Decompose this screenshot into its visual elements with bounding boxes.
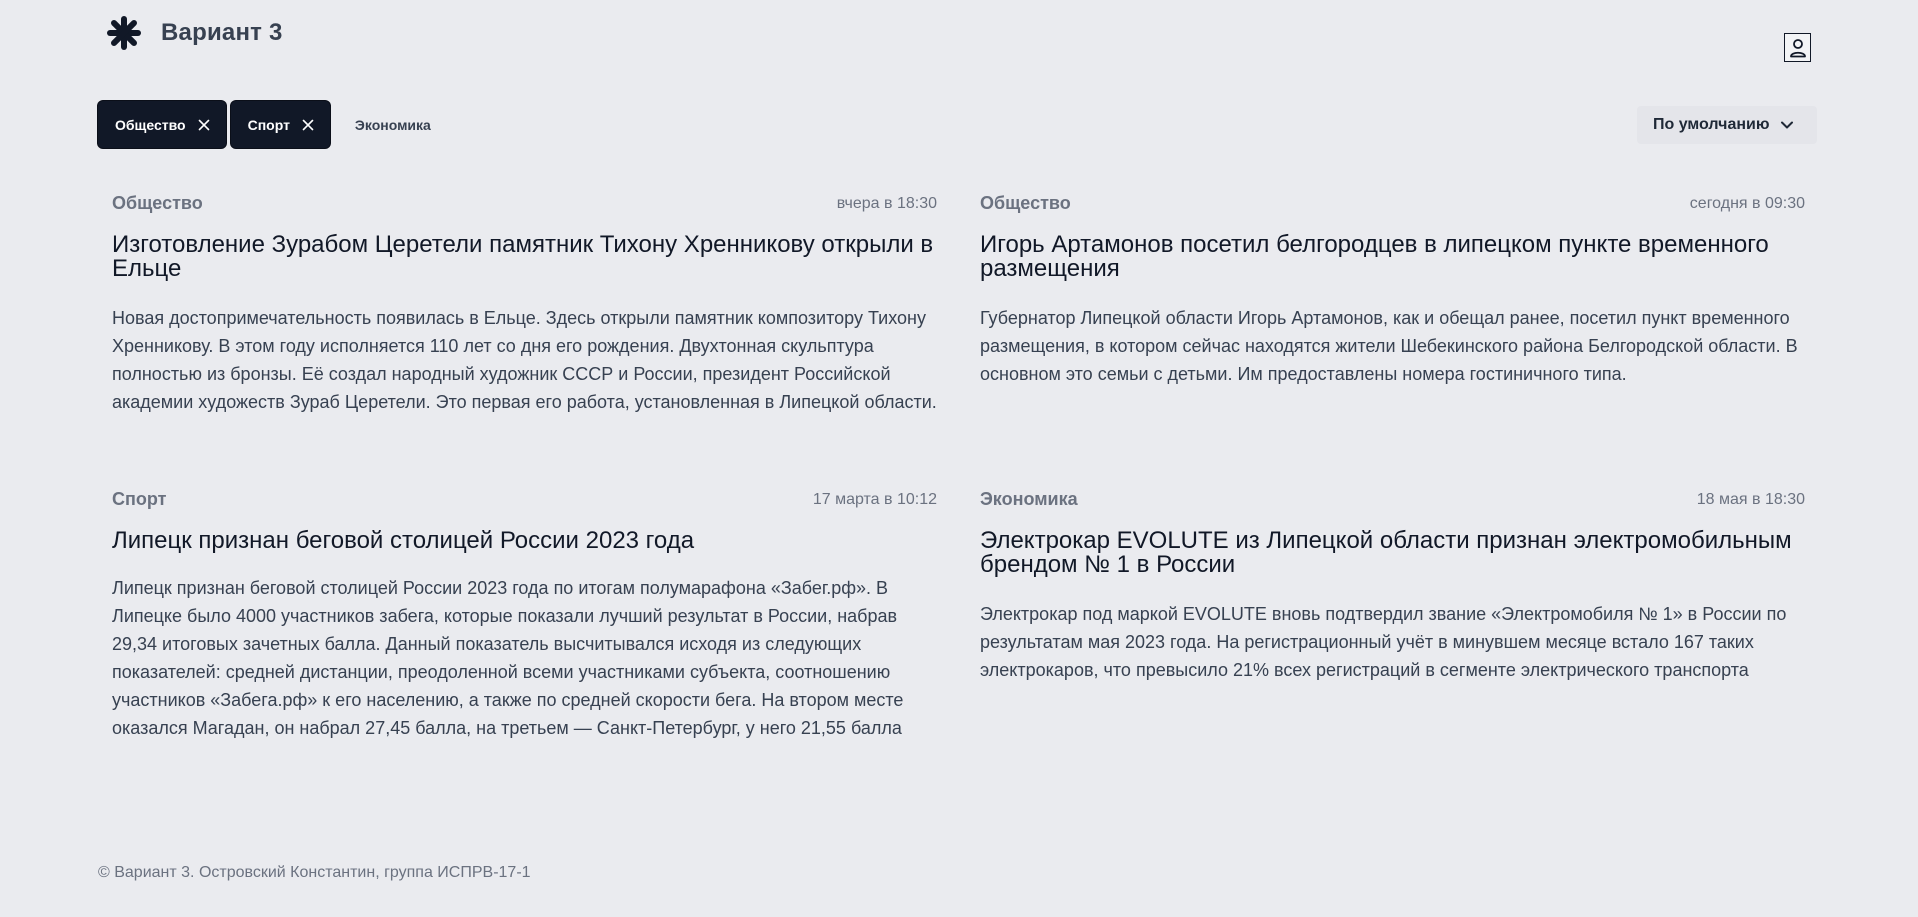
profile-button[interactable] bbox=[1784, 33, 1811, 62]
news-category[interactable]: Общество bbox=[980, 193, 1071, 214]
news-date: 17 марта в 10:12 bbox=[812, 491, 937, 508]
news-card[interactable]: Общество сегодня в 09:30 Игорь Артамонов… bbox=[980, 193, 1805, 413]
filter-chip-label: Спорт bbox=[247, 116, 290, 133]
sort-dropdown[interactable]: По умолчанию bbox=[1637, 106, 1817, 144]
news-body: Липецк признан беговой столицей России 2… bbox=[112, 578, 904, 738]
chevron-down-icon bbox=[1780, 120, 1794, 130]
news-date: 18 мая в 18:30 bbox=[1696, 491, 1805, 508]
news-category[interactable]: Общество bbox=[112, 193, 203, 214]
news-title[interactable]: Изготовление Зурабом Церетели памятник Т… bbox=[112, 233, 937, 281]
news-card[interactable]: Общество вчера в 18:30 Изготовление Зура… bbox=[112, 193, 937, 443]
brand-title[interactable]: Вариант 3 bbox=[161, 19, 283, 47]
news-title[interactable]: Электрокар EVOLUTE из Липецкой области п… bbox=[980, 529, 1805, 577]
close-icon[interactable] bbox=[302, 119, 314, 131]
news-body: Электрокар под маркой EVOLUTE вновь подт… bbox=[980, 604, 1787, 680]
category-filters: Общество Спорт Экономика bbox=[98, 101, 431, 148]
filter-chip-label: Общество bbox=[115, 116, 186, 133]
filter-chip-economy[interactable]: Экономика bbox=[335, 101, 431, 148]
filter-chip-sport[interactable]: Спорт bbox=[230, 101, 330, 148]
news-body: Губернатор Липецкой области Игорь Артамо… bbox=[980, 308, 1798, 384]
sort-label: По умолчанию bbox=[1653, 116, 1770, 133]
news-body: Новая достопримечательность появилась в … bbox=[112, 308, 937, 412]
news-date: вчера в 18:30 bbox=[836, 195, 937, 212]
news-card[interactable]: Спорт 17 марта в 10:12 Липецк признан бе… bbox=[112, 489, 937, 774]
news-category[interactable]: Экономика bbox=[980, 489, 1078, 510]
site-header: Вариант 3 bbox=[0, 0, 1918, 80]
close-icon[interactable] bbox=[198, 119, 210, 131]
news-title[interactable]: Игорь Артамонов посетил белгородцев в ли… bbox=[980, 233, 1805, 281]
news-date: сегодня в 09:30 bbox=[1689, 195, 1805, 212]
filter-chip-society[interactable]: Общество bbox=[98, 101, 226, 148]
news-category[interactable]: Спорт bbox=[112, 489, 166, 510]
asterisk-logo-icon[interactable] bbox=[107, 16, 141, 50]
user-icon bbox=[1789, 38, 1806, 57]
news-title[interactable]: Липецк признан беговой столицей России 2… bbox=[112, 529, 937, 553]
news-card[interactable]: Экономика 18 мая в 18:30 Электрокар EVOL… bbox=[980, 489, 1805, 719]
footer-copyright: © Вариант 3. Островский Константин, груп… bbox=[98, 864, 531, 881]
